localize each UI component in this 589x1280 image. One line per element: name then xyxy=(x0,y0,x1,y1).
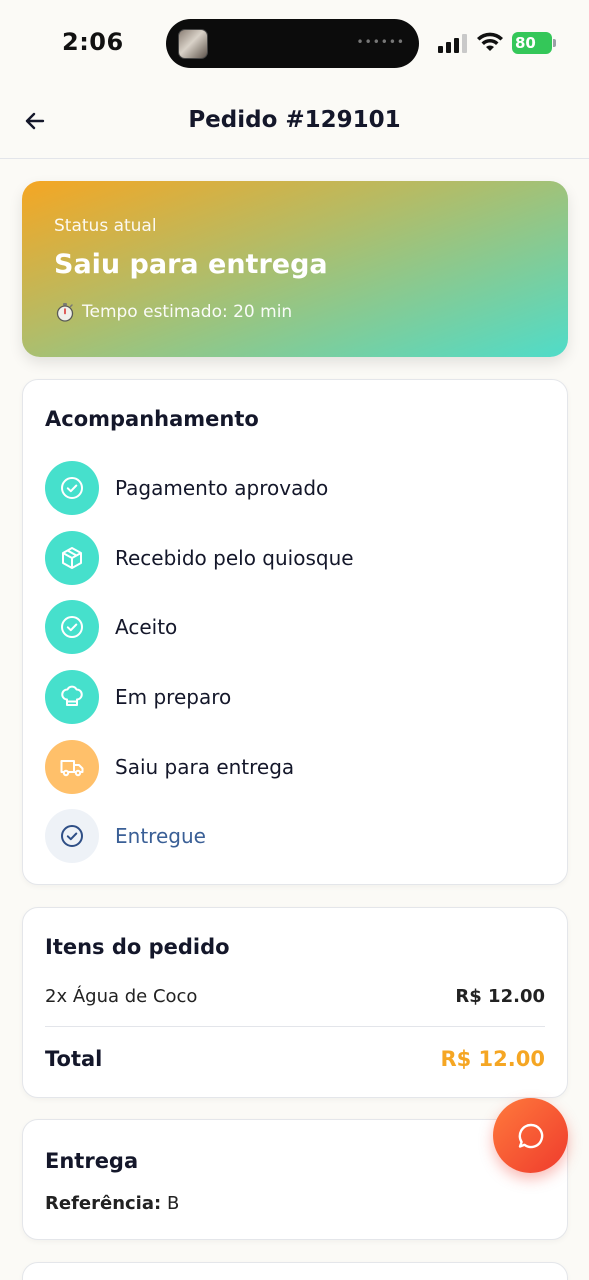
eta-text: Tempo estimado: 20 min xyxy=(82,302,293,322)
step-out-for-delivery: Saiu para entrega xyxy=(45,740,525,794)
step-received-by-kiosk: Recebido pelo quiosque xyxy=(45,531,525,585)
check-circle-icon xyxy=(61,825,83,847)
audio-indicator-icon: •••••• xyxy=(356,35,405,49)
delivery-reference: Referência: B xyxy=(45,1193,179,1214)
wifi-icon xyxy=(477,32,503,51)
estimated-time: Tempo estimado: 20 min xyxy=(54,301,292,323)
current-status-card: Status atual Saiu para entrega Tempo est… xyxy=(22,181,568,357)
total-row: Total R$ 12.00 xyxy=(45,1047,545,1071)
stopwatch-icon xyxy=(56,303,74,322)
chat-button[interactable] xyxy=(493,1098,568,1173)
step-label: Pagamento aprovado xyxy=(115,476,329,500)
step-badge xyxy=(45,461,99,515)
check-circle-icon xyxy=(61,616,83,638)
truck-icon xyxy=(60,760,84,777)
step-delivered: Entregue xyxy=(45,809,525,863)
battery-level: 80 xyxy=(512,32,552,54)
total-value: R$ 12.00 xyxy=(440,1047,545,1071)
tracking-card: Acompanhamento Pagamento aprovado Recebi… xyxy=(22,379,568,885)
cellular-signal-icon xyxy=(438,33,468,53)
order-items-card: Itens do pedido 2x Água de Coco R$ 12.00… xyxy=(22,907,568,1098)
delivery-card: Entrega Referência: B xyxy=(22,1119,568,1240)
tracking-title: Acompanhamento xyxy=(45,407,259,431)
status-value: Saiu para entrega xyxy=(54,249,328,280)
step-badge xyxy=(45,600,99,654)
step-label: Recebido pelo quiosque xyxy=(115,546,354,570)
top-header: Pedido #129101 xyxy=(0,88,589,159)
step-label: Aceito xyxy=(115,615,178,639)
battery-nub xyxy=(553,39,556,47)
total-label: Total xyxy=(45,1047,103,1071)
delivery-title: Entrega xyxy=(45,1149,139,1173)
list-item: 2x Água de Coco R$ 12.00 xyxy=(45,986,545,1007)
check-circle-icon xyxy=(61,477,83,499)
now-playing-thumbnail xyxy=(178,29,208,59)
dynamic-island: •••••• xyxy=(166,19,419,68)
status-bar: 2:06 •••••• 80 xyxy=(0,0,589,88)
box-icon xyxy=(62,547,82,569)
step-badge xyxy=(45,670,99,724)
chat-bubble-icon xyxy=(518,1123,543,1148)
chef-hat-icon xyxy=(61,685,83,706)
step-label: Entregue xyxy=(115,824,206,848)
step-label: Em preparo xyxy=(115,685,232,709)
step-badge xyxy=(45,809,99,863)
divider xyxy=(45,1026,545,1027)
step-badge xyxy=(45,531,99,585)
page-title: Pedido #129101 xyxy=(188,107,401,133)
next-card xyxy=(22,1262,568,1280)
step-in-preparation: Em preparo xyxy=(45,670,525,724)
step-badge xyxy=(45,740,99,794)
reference-value: B xyxy=(166,1193,180,1214)
item-price: R$ 12.00 xyxy=(455,986,545,1007)
clock: 2:06 xyxy=(62,28,124,56)
items-title: Itens do pedido xyxy=(45,935,230,959)
step-label: Saiu para entrega xyxy=(115,755,295,779)
status-label: Status atual xyxy=(54,216,157,236)
item-name: 2x Água de Coco xyxy=(45,986,198,1007)
step-accepted: Aceito xyxy=(45,600,525,654)
step-payment-approved: Pagamento aprovado xyxy=(45,461,525,515)
reference-label: Referência: xyxy=(45,1193,162,1214)
